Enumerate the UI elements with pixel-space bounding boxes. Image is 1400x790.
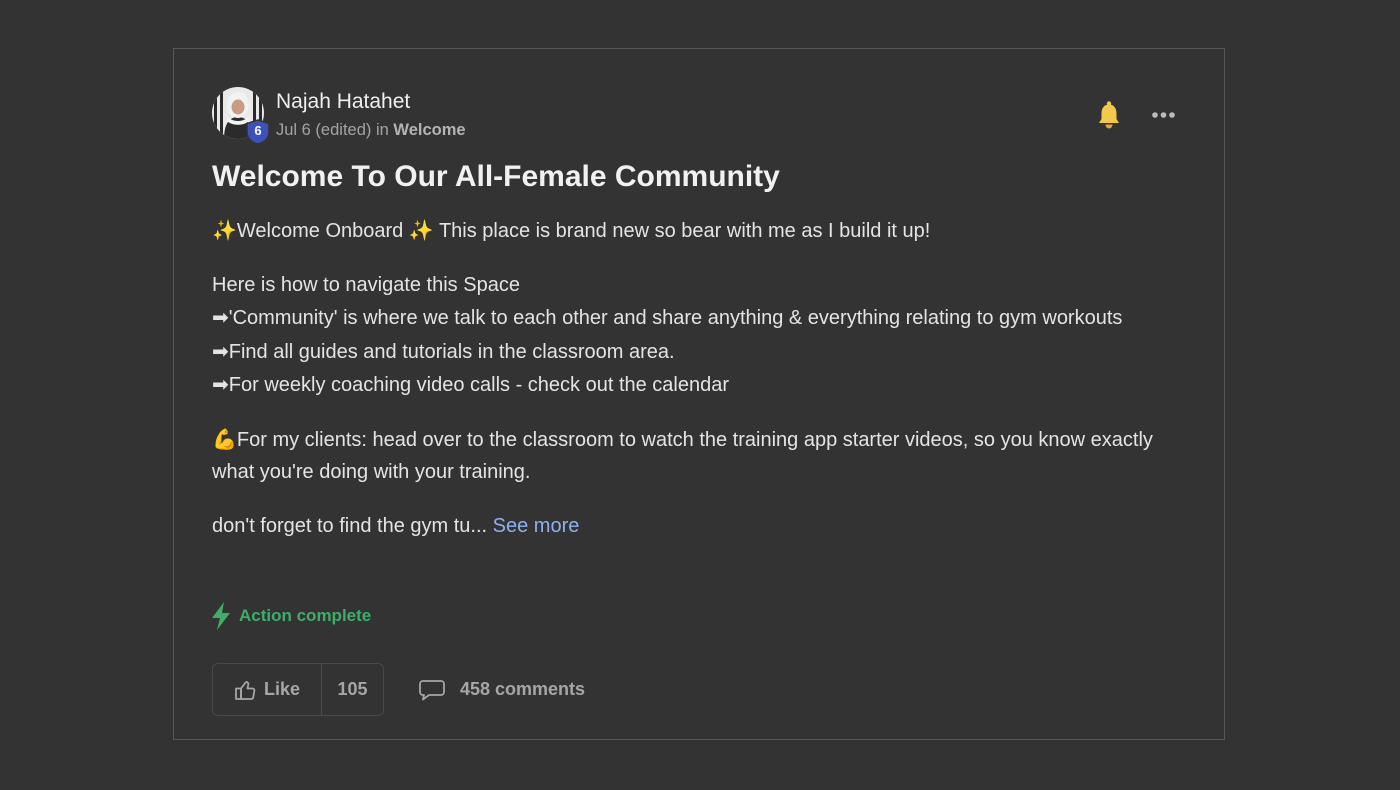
post-title: Welcome To Our All-Female Community xyxy=(212,160,780,193)
level-number: 6 xyxy=(254,123,262,138)
post-meta: Jul 6 (edited) in Welcome xyxy=(276,121,466,140)
clients-text: For my clients: head over to the classro… xyxy=(212,428,1153,484)
like-label: Like xyxy=(263,679,301,699)
navigate-paragraph: Here is how to navigate this Space ➡'Com… xyxy=(212,269,1172,402)
like-group: Like 105 xyxy=(212,663,384,716)
action-complete-label: Action complete xyxy=(239,606,372,625)
sparkles-icon: ✨ xyxy=(212,218,237,242)
right-arrow-icon: ➡ xyxy=(212,305,229,329)
comments-button[interactable]: 458 comments xyxy=(418,663,585,716)
more-options-button[interactable] xyxy=(1147,101,1181,129)
like-count[interactable]: 105 xyxy=(322,664,383,715)
intro-text-2: This place is brand new so bear with me … xyxy=(433,220,931,242)
navigate-item-calendar: For weekly coaching video calls - check … xyxy=(228,374,730,396)
truncated-text: don't forget to find the gym tu... xyxy=(212,514,493,537)
clients-paragraph: 💪For my clients: head over to the classr… xyxy=(212,423,1172,489)
post-date: Jul 6 (edited) xyxy=(276,121,372,139)
bell-icon xyxy=(1099,101,1119,129)
action-complete-status: Action complete xyxy=(210,601,371,631)
right-arrow-icon: ➡ xyxy=(212,338,229,363)
intro-text-1: Welcome Onboard xyxy=(236,220,409,242)
space-link[interactable]: Welcome xyxy=(393,121,465,139)
more-icon xyxy=(1152,112,1175,118)
navigate-item-community: 'Community' is where we talk to each oth… xyxy=(228,307,1123,329)
right-arrow-icon: ➡ xyxy=(212,372,229,396)
thumbs-up-icon xyxy=(235,680,256,700)
meta-in-label: in xyxy=(375,121,389,139)
see-more-link[interactable]: See more xyxy=(493,515,580,537)
post-card: 6 Najah Hatahet Jul 6 (edited) in Welcom… xyxy=(173,48,1225,740)
truncated-paragraph: don't forget to find the gym tu... See m… xyxy=(212,510,1172,543)
flexed-biceps-icon: 💪 xyxy=(212,426,237,451)
navigate-item-classroom: Find all guides and tutorials in the cla… xyxy=(228,340,675,363)
like-button[interactable]: Like xyxy=(213,664,322,715)
sparkles-icon: ✨ xyxy=(408,218,434,242)
lightning-icon xyxy=(212,602,230,630)
comment-icon xyxy=(419,679,445,700)
comments-count-label: 458 comments xyxy=(460,679,586,699)
author-avatar[interactable]: 6 xyxy=(212,87,270,145)
notification-bell-button[interactable] xyxy=(1094,99,1124,131)
intro-paragraph: ✨Welcome Onboard ✨ This place is brand n… xyxy=(212,214,1172,248)
author-name[interactable]: Najah Hatahet xyxy=(276,90,410,114)
level-badge: 6 xyxy=(246,119,270,145)
post-body: ✨Welcome Onboard ✨ This place is brand n… xyxy=(212,214,1172,563)
navigate-heading: Here is how to navigate this Space xyxy=(212,273,520,296)
